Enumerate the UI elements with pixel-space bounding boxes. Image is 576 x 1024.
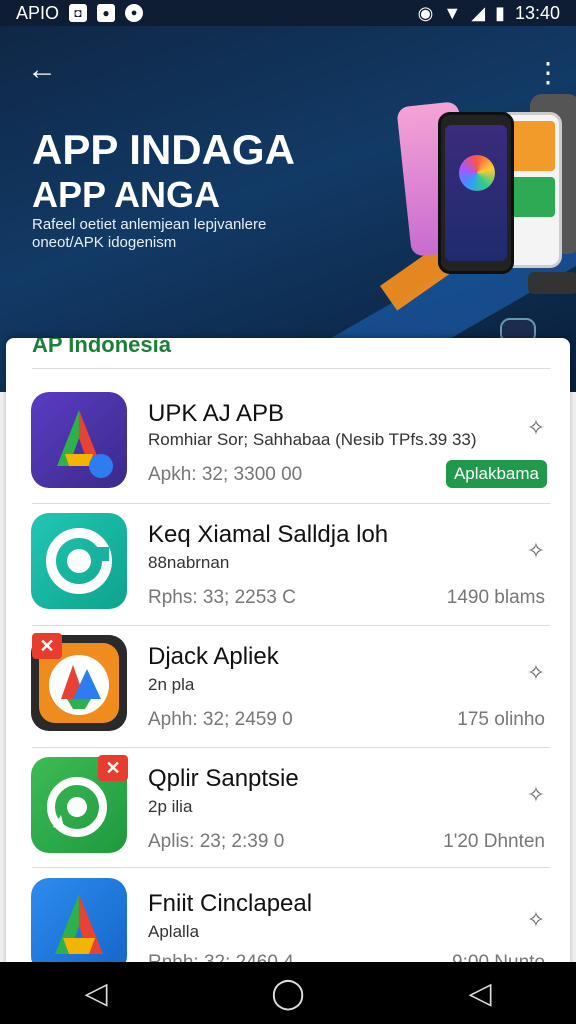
app-subtitle: 2p ilia <box>148 797 193 816</box>
close-icon[interactable]: ✕ <box>32 633 62 659</box>
app-meta: Apkh: 32; 3300 00 <box>148 464 303 485</box>
app-title: Qplir Sanptsie <box>148 765 299 792</box>
cell-signal-icon: ◢ <box>471 2 486 23</box>
app-meta: Aphh: 32; 2459 0 <box>148 709 293 730</box>
status-left-text: APIO <box>16 2 60 23</box>
pin-icon[interactable]: ✧ <box>524 415 548 440</box>
app-meta: Rphs: 33; 2253 C <box>148 587 296 608</box>
pin-icon[interactable]: ✧ <box>524 907 548 932</box>
notification-app-icon: ● <box>97 4 116 22</box>
list-item[interactable]: UPK AJ APB Romhiar Sor; Sahhabaa (Nesib … <box>6 380 570 500</box>
c-logo-icon <box>31 513 127 609</box>
app-subtitle: 2n pla <box>148 675 195 694</box>
list-item[interactable]: ✕ Djack Apliek 2n pla Aphh: 32; 2459 0 ✧… <box>6 625 570 745</box>
status-bar: APIO ◘ ● ● ◉ ▼ ◢ ▮ 13:40 <box>0 0 576 26</box>
devices-illustration <box>380 86 576 344</box>
battery-icon: ▮ <box>495 2 505 23</box>
app-right-info: 1490 blams <box>446 587 545 608</box>
list-item[interactable]: ✕ Qplir Sanptsie 2p ilia Aplis: 23; 2:39… <box>6 747 570 867</box>
app-title: Keq Xiamal Salldja loh <box>148 521 389 548</box>
pin-icon[interactable]: ✧ <box>524 782 548 807</box>
wifi-icon: ◉ <box>417 2 434 23</box>
pin-icon[interactable]: ✧ <box>524 538 548 563</box>
device-keyboard <box>528 272 576 294</box>
app-title: Djack Apliek <box>148 643 279 670</box>
app-title: Fniit Cinclapeal <box>148 890 313 917</box>
recents-nav-icon[interactable]: ◁ <box>455 976 505 1011</box>
notification-circle-icon: ● <box>125 4 144 22</box>
app-subtitle: Romhiar Sor; Sahhabaa (Nesib TPfs.39 33) <box>148 430 477 449</box>
notification-square-icon: ◘ <box>69 4 88 22</box>
navigation-bar: ◁ ◯ ◁ <box>0 962 576 1024</box>
hero-title-line1: APP INDAGA <box>32 126 295 173</box>
divider <box>32 368 550 369</box>
pin-icon[interactable]: ✧ <box>524 660 548 685</box>
status-time: 13:40 <box>514 2 560 23</box>
hero-subtitle: Rafeel oetiet anlemjean lepjvanlere oneo… <box>32 216 267 251</box>
app-subtitle: 88nabrnan <box>148 553 230 572</box>
section-title: AP Indonesia <box>32 338 171 357</box>
close-icon[interactable]: ✕ <box>98 755 128 781</box>
app-list-card: AP Indonesia UPK AJ APB Romhiar Sor; Sah… <box>6 338 570 978</box>
app-title: UPK AJ APB <box>148 400 285 427</box>
back-nav-icon[interactable]: ◁ <box>71 976 121 1011</box>
home-nav-icon[interactable]: ◯ <box>263 976 313 1011</box>
device-phone-main <box>438 112 514 274</box>
signal-icon: ▼ <box>443 2 462 23</box>
app-right-info: 1'20 Dhnten <box>443 831 545 852</box>
hero-title-line2: APP ANGA <box>32 174 221 215</box>
a-logo-icon-2 <box>31 878 127 974</box>
status-badge: Aplakbama <box>445 460 547 488</box>
back-arrow-icon[interactable]: ← <box>24 52 60 88</box>
app-subtitle: Aplalla <box>148 922 200 941</box>
app-meta: Aplis: 23; 2:39 0 <box>148 831 285 852</box>
app-right-info: 175 olinho <box>457 709 545 730</box>
a-logo-icon <box>31 392 127 488</box>
list-item[interactable]: Keq Xiamal Salldja loh 88nabrnan Rphs: 3… <box>6 503 570 623</box>
more-options-icon[interactable]: ⋮ <box>534 54 562 90</box>
